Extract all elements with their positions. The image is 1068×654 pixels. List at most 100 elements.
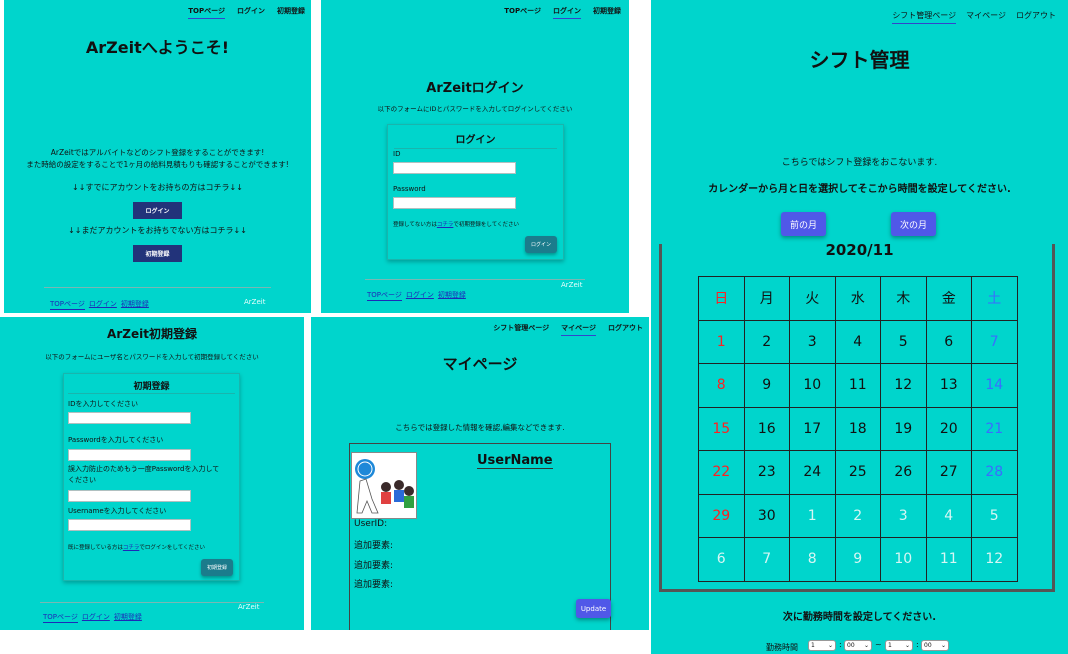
- calendar-day-other-month[interactable]: 8: [789, 537, 836, 582]
- update-button[interactable]: Update: [576, 599, 611, 618]
- weekday-thu: 木: [880, 276, 927, 321]
- login-nav: TOPページ ログイン 初期登録: [504, 6, 621, 19]
- calendar-day[interactable]: 2: [743, 319, 790, 364]
- next-step-text: 次に勤務時間を設定してください.: [782, 612, 937, 623]
- end-hour-select[interactable]: 1 ⌄: [885, 640, 913, 651]
- calendar-day-other-month[interactable]: 4: [925, 493, 972, 538]
- password-input[interactable]: [393, 197, 516, 209]
- login-link[interactable]: コチラ: [123, 545, 140, 551]
- nav-login[interactable]: ログイン: [553, 6, 581, 19]
- calendar-day[interactable]: 10: [789, 363, 836, 408]
- footer-top-link[interactable]: TOPページ: [367, 290, 402, 301]
- next-month-button[interactable]: 次の月: [891, 212, 936, 236]
- id-input[interactable]: [68, 412, 191, 424]
- calendar-day[interactable]: 12: [880, 363, 927, 408]
- calendar-day[interactable]: 4: [834, 319, 881, 364]
- calendar-day-other-month[interactable]: 9: [834, 537, 881, 582]
- chevron-down-icon: ⌄: [863, 642, 869, 649]
- calendar-week-row: 22 23 24 25 26 27 28: [698, 450, 1018, 495]
- calendar-day[interactable]: 29: [698, 493, 745, 538]
- mypage-nav: シフト管理ページ マイページ ログアウト: [493, 323, 643, 336]
- login-submit-button[interactable]: ログイン: [525, 236, 557, 253]
- calendar-day[interactable]: 21: [971, 406, 1018, 451]
- nav-shift[interactable]: シフト管理ページ: [892, 10, 957, 24]
- calendar-day-other-month[interactable]: 7: [743, 537, 790, 582]
- nav-register[interactable]: 初期登録: [593, 6, 621, 19]
- nav-logout[interactable]: ログアウト: [1016, 10, 1056, 24]
- calendar-day[interactable]: 15: [698, 406, 745, 451]
- register-submit-button[interactable]: 初期登録: [201, 559, 233, 576]
- calendar-day[interactable]: 11: [834, 363, 881, 408]
- footer-login-link[interactable]: ログイン: [406, 290, 434, 301]
- calendar-day[interactable]: 1: [698, 319, 745, 364]
- calendar-day[interactable]: 27: [925, 450, 972, 495]
- calendar-day[interactable]: 6: [925, 319, 972, 364]
- footer-divider: [40, 602, 264, 603]
- nav-login[interactable]: ログイン: [237, 6, 265, 19]
- calendar-day[interactable]: 28: [971, 450, 1018, 495]
- calendar-day[interactable]: 22: [698, 450, 745, 495]
- calendar-day[interactable]: 26: [880, 450, 927, 495]
- footer-top-link[interactable]: TOPページ: [50, 299, 85, 310]
- password-input[interactable]: [68, 449, 191, 461]
- footer-login-link[interactable]: ログイン: [82, 612, 110, 623]
- weekday-tue: 火: [789, 276, 836, 321]
- nav-register[interactable]: 初期登録: [277, 6, 305, 19]
- calendar-day-other-month[interactable]: 12: [971, 537, 1018, 582]
- calendar-day[interactable]: 14: [971, 363, 1018, 408]
- calendar-day[interactable]: 16: [743, 406, 790, 451]
- calendar-day[interactable]: 13: [925, 363, 972, 408]
- calendar-day[interactable]: 25: [834, 450, 881, 495]
- footer-top-link[interactable]: TOPページ: [43, 612, 78, 623]
- calendar-day[interactable]: 3: [789, 319, 836, 364]
- register-link[interactable]: コチラ: [437, 222, 454, 228]
- page-title: シフト管理: [809, 48, 910, 72]
- start-hour-value: 1: [811, 642, 815, 649]
- calendar-week-row: 8 9 10 11 12 13 14: [698, 363, 1018, 408]
- calendar-day-other-month[interactable]: 2: [834, 493, 881, 538]
- calendar-day[interactable]: 7: [971, 319, 1018, 364]
- nav-logout[interactable]: ログアウト: [608, 323, 643, 336]
- footer-login-link[interactable]: ログイン: [89, 299, 117, 310]
- calendar-day[interactable]: 30: [743, 493, 790, 538]
- page-title: ArZeitへようこそ!: [85, 38, 230, 57]
- shift-description-1: こちらではシフト登録をおこないます.: [781, 158, 938, 168]
- calendar-day-other-month[interactable]: 10: [880, 537, 927, 582]
- end-minute-select[interactable]: 00 ⌄: [921, 640, 949, 651]
- calendar-day[interactable]: 17: [789, 406, 836, 451]
- username-display: UserName: [477, 453, 553, 469]
- start-minute-select[interactable]: 00 ⌄: [844, 640, 872, 651]
- calendar-day[interactable]: 18: [834, 406, 881, 451]
- prev-month-button[interactable]: 前の月: [781, 212, 826, 236]
- nav-top[interactable]: TOPページ: [504, 6, 541, 19]
- nav-mypage[interactable]: マイページ: [966, 10, 1006, 24]
- id-input[interactable]: [393, 162, 516, 174]
- calendar-day[interactable]: 19: [880, 406, 927, 451]
- calendar-day[interactable]: 24: [789, 450, 836, 495]
- calendar-day-other-month[interactable]: 11: [925, 537, 972, 582]
- calendar-week-row: 15 16 17 18 19 20 21: [698, 406, 1018, 451]
- calendar-day[interactable]: 20: [925, 406, 972, 451]
- nav-mypage[interactable]: マイページ: [561, 323, 596, 336]
- weekday-mon: 月: [743, 276, 790, 321]
- start-hour-select[interactable]: 1 ⌄: [808, 640, 836, 651]
- nav-top[interactable]: TOPページ: [188, 6, 225, 19]
- time-label: 勤務時間: [766, 643, 798, 652]
- calendar-day-other-month[interactable]: 6: [698, 537, 745, 582]
- nav-shift[interactable]: シフト管理ページ: [493, 323, 549, 336]
- footer-register-link[interactable]: 初期登録: [114, 612, 142, 623]
- calendar-day[interactable]: 23: [743, 450, 790, 495]
- calendar-day[interactable]: 9: [743, 363, 790, 408]
- register-button[interactable]: 初期登録: [133, 245, 182, 262]
- colon-separator: :: [839, 640, 842, 649]
- footer-register-link[interactable]: 初期登録: [121, 299, 149, 310]
- calendar-day[interactable]: 5: [880, 319, 927, 364]
- username-input[interactable]: [68, 519, 191, 531]
- calendar-day-other-month[interactable]: 5: [971, 493, 1018, 538]
- calendar-day[interactable]: 8: [698, 363, 745, 408]
- calendar-day-other-month[interactable]: 1: [789, 493, 836, 538]
- login-button[interactable]: ログイン: [133, 202, 182, 219]
- confirm-password-input[interactable]: [68, 490, 191, 502]
- calendar-day-other-month[interactable]: 3: [880, 493, 927, 538]
- footer-register-link[interactable]: 初期登録: [438, 290, 466, 301]
